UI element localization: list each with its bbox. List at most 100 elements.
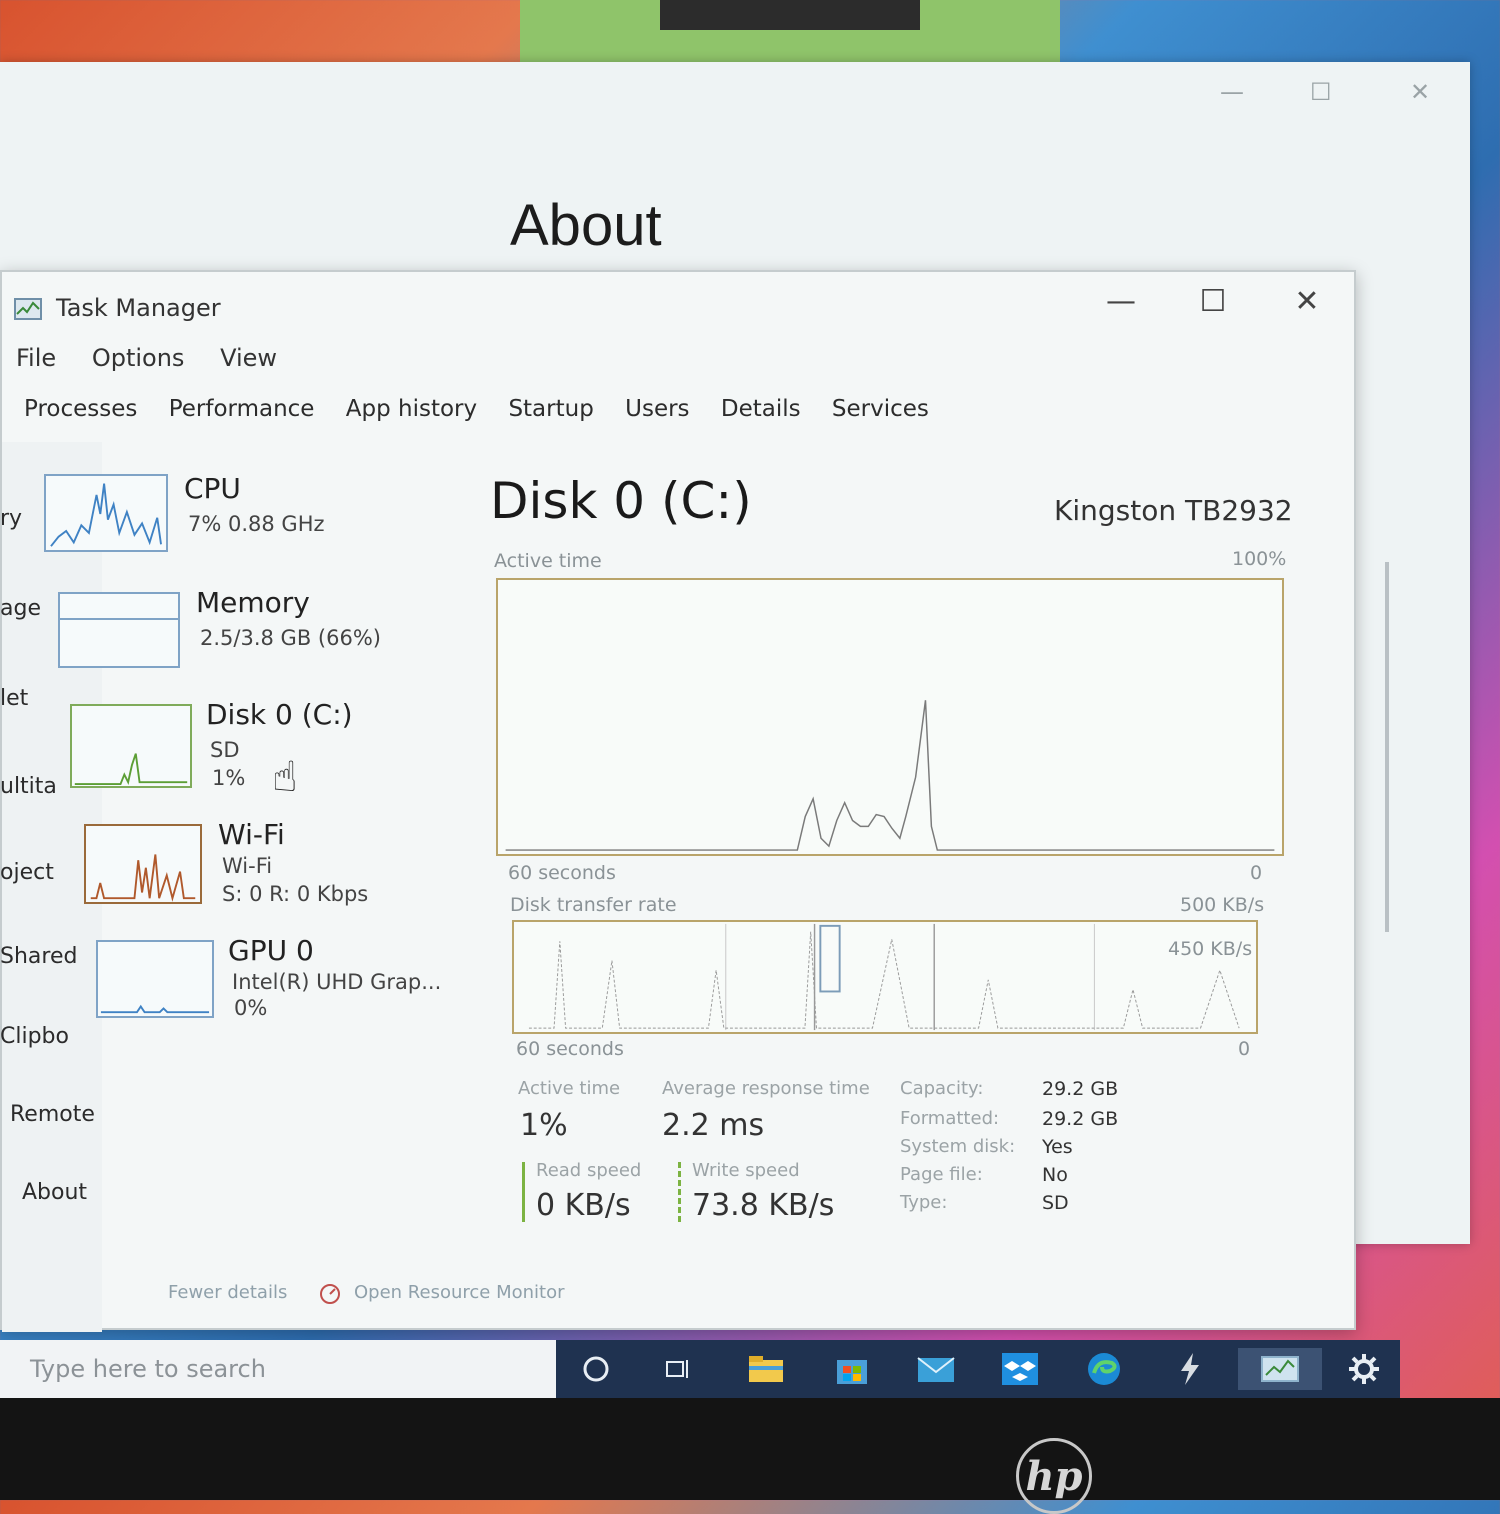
cpu-name: CPU	[184, 472, 241, 505]
disk-usage: 1%	[212, 766, 246, 790]
disk-type: SD	[210, 738, 240, 762]
write-speed-indicator	[678, 1162, 681, 1222]
read-speed-value: 0 KB/s	[536, 1188, 631, 1223]
settings-scrollbar[interactable]	[1385, 562, 1389, 932]
settings-maximize-button[interactable]: ☐	[1310, 78, 1332, 106]
task-manager-window: Task Manager — ☐ ✕ File Options View Pro…	[0, 270, 1356, 1332]
type-label: Type:	[900, 1192, 948, 1213]
store-icon[interactable]	[830, 1348, 874, 1390]
fewer-details-button[interactable]: Fewer details	[168, 1282, 287, 1303]
read-speed-indicator	[522, 1162, 525, 1222]
resource-disk-0[interactable]: Disk 0 (C:) SD 1%	[70, 698, 450, 790]
menu-options[interactable]: Options	[92, 344, 185, 372]
settings-minimize-button[interactable]: —	[1220, 78, 1244, 106]
tab-processes[interactable]: Processes	[24, 396, 137, 422]
tm-close-button[interactable]: ✕	[1282, 284, 1332, 319]
resource-wifi[interactable]: Wi-Fi Wi-Fi S: 0 R: 0 Kbps	[84, 818, 464, 906]
disk-name: Disk 0 (C:)	[206, 698, 353, 731]
edge-icon[interactable]	[1082, 1348, 1126, 1390]
menu-view[interactable]: View	[220, 344, 277, 372]
page-file-value: No	[1042, 1164, 1068, 1186]
transfer-rate-graph	[512, 920, 1258, 1034]
gpu-model: Intel(R) UHD Grap...	[232, 970, 442, 994]
memory-usage: 2.5/3.8 GB (66%)	[200, 626, 381, 650]
capacity-label: Capacity:	[900, 1078, 984, 1099]
open-resource-monitor-link[interactable]: Open Resource Monitor	[354, 1282, 565, 1303]
active-time-stat-value: 1%	[520, 1108, 568, 1143]
tm-maximize-button[interactable]: ☐	[1188, 284, 1238, 319]
mail-icon[interactable]	[914, 1348, 958, 1390]
transfer-rate-zero: 0	[1238, 1038, 1251, 1060]
system-disk-label: System disk:	[900, 1136, 1016, 1157]
settings-nav-item-1[interactable]: ry	[0, 506, 22, 531]
transfer-rate-label: Disk transfer rate	[510, 894, 677, 916]
write-speed-label: Write speed	[692, 1160, 800, 1181]
tm-minimize-button[interactable]: —	[1096, 284, 1146, 319]
memory-thumbnail-graph	[58, 592, 180, 668]
write-speed-value: 73.8 KB/s	[692, 1188, 835, 1223]
disk-model: Kingston TB2932	[1054, 494, 1293, 527]
task-manager-taskbar-icon[interactable]	[1238, 1348, 1322, 1390]
avg-response-value: 2.2 ms	[662, 1108, 765, 1143]
cortana-icon[interactable]	[574, 1348, 618, 1390]
read-speed-label: Read speed	[536, 1160, 642, 1181]
tab-startup[interactable]: Startup	[508, 396, 593, 422]
wifi-throughput: S: 0 R: 0 Kbps	[222, 882, 369, 906]
system-disk-value: Yes	[1042, 1136, 1073, 1158]
taskbar-search-box[interactable]: Type here to search	[0, 1340, 556, 1398]
resource-gpu-0[interactable]: GPU 0 Intel(R) UHD Grap... 0%	[96, 934, 476, 1020]
settings-nav-item-about[interactable]: About	[22, 1180, 87, 1205]
file-explorer-icon[interactable]	[744, 1348, 788, 1390]
gpu-usage: 0%	[234, 996, 268, 1020]
resource-memory[interactable]: Memory 2.5/3.8 GB (66%)	[58, 586, 438, 672]
menu-bar: File Options View	[16, 344, 305, 372]
hp-logo: hp	[1016, 1438, 1092, 1514]
tab-details[interactable]: Details	[721, 396, 801, 422]
settings-nav-item-5[interactable]: oject	[0, 860, 54, 885]
resource-monitor-icon	[320, 1284, 340, 1304]
formatted-value: 29.2 GB	[1042, 1108, 1119, 1130]
active-time-duration: 60 seconds	[508, 862, 616, 884]
task-manager-title: Task Manager	[56, 294, 221, 322]
tab-users[interactable]: Users	[625, 396, 689, 422]
settings-icon[interactable]	[1342, 1348, 1386, 1390]
search-placeholder: Type here to search	[30, 1355, 266, 1383]
page-file-label: Page file:	[900, 1164, 983, 1185]
resource-cpu[interactable]: CPU 7% 0.88 GHz	[44, 472, 424, 554]
disk-thumbnail-graph	[70, 704, 192, 788]
memory-name: Memory	[196, 586, 310, 619]
menu-file[interactable]: File	[16, 344, 56, 372]
wifi-thumbnail-graph	[84, 824, 202, 904]
task-manager-titlebar[interactable]: Task Manager — ☐ ✕	[2, 272, 1354, 342]
settings-page-title: About	[510, 193, 662, 258]
settings-close-button[interactable]: ✕	[1410, 78, 1430, 106]
cpu-thumbnail-graph	[44, 474, 168, 552]
tab-app-history[interactable]: App history	[346, 396, 477, 422]
dropbox-icon[interactable]	[998, 1348, 1042, 1390]
taskbar: Type here to search	[0, 1340, 1400, 1398]
transfer-rate-mark: 450 KB/s	[1168, 938, 1253, 960]
tab-performance[interactable]: Performance	[169, 396, 315, 422]
gpu-thumbnail-graph	[96, 940, 214, 1018]
settings-nav-item-2[interactable]: age	[0, 596, 41, 621]
tab-services[interactable]: Services	[832, 396, 929, 422]
detail-title: Disk 0 (C:)	[490, 472, 752, 530]
cpu-usage: 7% 0.88 GHz	[188, 512, 325, 536]
tab-bar: Processes Performance App history Startu…	[24, 396, 953, 422]
laptop-bezel	[0, 1398, 1500, 1500]
app-icon[interactable]	[1168, 1348, 1212, 1390]
settings-nav-item-8[interactable]: Remote	[10, 1102, 95, 1127]
active-time-stat-label: Active time	[518, 1078, 621, 1099]
settings-nav-item-6[interactable]: Shared	[0, 944, 77, 969]
active-time-zero: 0	[1250, 862, 1263, 884]
avg-response-label: Average response time	[662, 1078, 870, 1099]
settings-nav-item-3[interactable]: let	[0, 686, 28, 711]
settings-nav-item-4[interactable]: ultita	[0, 774, 57, 799]
hand-cursor-icon: ☝	[272, 752, 298, 801]
settings-titlebar: — ☐ ✕	[1170, 62, 1470, 126]
active-time-graph-max: 100%	[1232, 548, 1287, 570]
transfer-rate-duration: 60 seconds	[516, 1038, 624, 1060]
task-view-icon[interactable]	[656, 1348, 700, 1390]
capacity-value: 29.2 GB	[1042, 1078, 1119, 1100]
settings-nav-item-7[interactable]: Clipbo	[0, 1024, 69, 1049]
